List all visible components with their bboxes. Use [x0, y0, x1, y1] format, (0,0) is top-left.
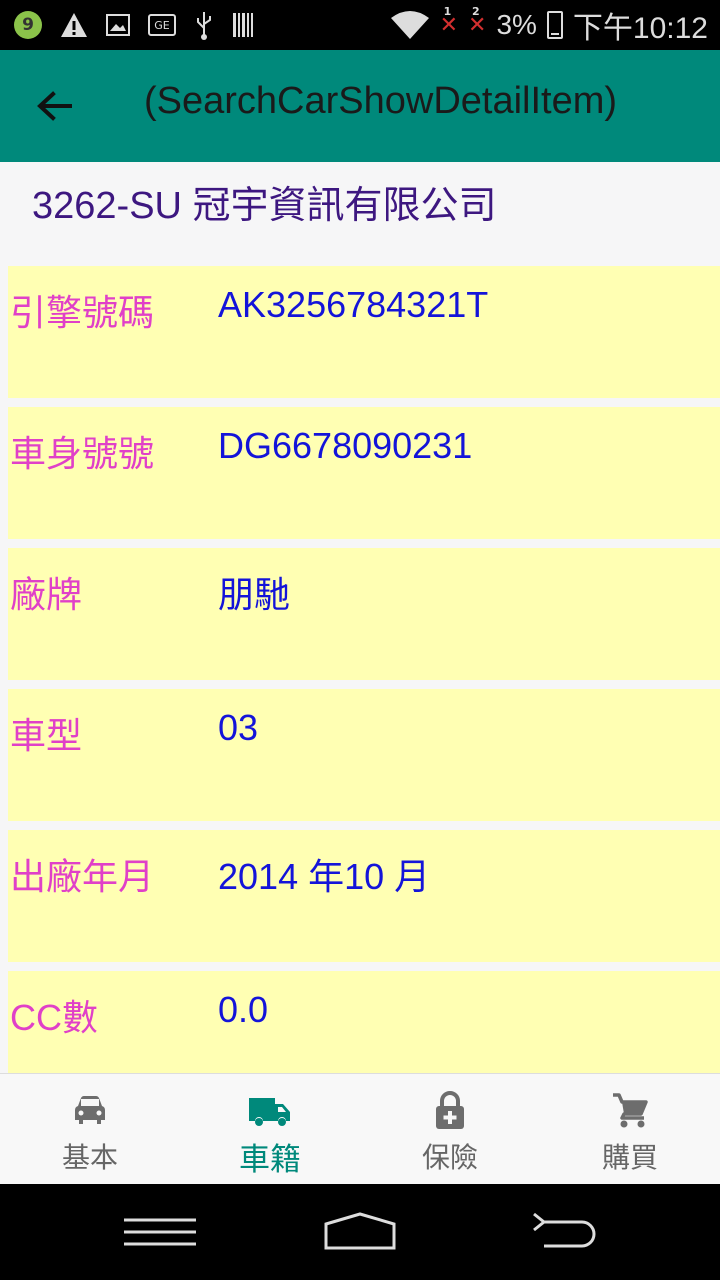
detail-content: 3262-SU 冠宇資訊有限公司 引擎號碼 AK3256784321T 車身號號… — [0, 162, 720, 1074]
company-header: 3262-SU 冠宇資訊有限公司 — [32, 185, 497, 227]
nav-tab-label: 購買 — [601, 1142, 658, 1173]
battery-percent: 3% — [496, 9, 537, 40]
cart-icon — [613, 1093, 648, 1128]
detail-row-manufacture-date: 出廠年月 2014 年10 月 — [8, 830, 720, 962]
detail-value: 朋馳 — [218, 574, 291, 615]
status-bar: 9 GE 1 ✕ 2 ✕ 3% 下午10:12 — [0, 0, 720, 50]
arrow-back-icon[interactable] — [26, 78, 82, 134]
detail-row-model: 車型 03 — [8, 689, 720, 821]
usb-icon — [197, 12, 211, 40]
nav-tab-label: 保險 — [421, 1142, 478, 1173]
detail-value: 03 — [218, 707, 259, 748]
nav-tab-basic[interactable]: 基本 — [0, 1074, 180, 1185]
nav-tab-registration[interactable]: 車籍 — [180, 1074, 360, 1185]
detail-value: 0.0 — [218, 989, 269, 1030]
battery-icon — [546, 11, 563, 39]
lock-plus-icon — [436, 1091, 464, 1129]
signal-2-icon: 2 ✕ — [468, 4, 487, 38]
detail-label: 引擎號碼 — [10, 292, 155, 333]
nav-tab-purchase[interactable]: 購買 — [540, 1074, 720, 1185]
back-icon[interactable] — [522, 1208, 602, 1256]
system-navigation-bar — [0, 1184, 720, 1280]
warning-icon — [61, 13, 87, 37]
detail-value: AK3256784321T — [218, 284, 489, 325]
barcode-icon — [233, 13, 253, 37]
detail-label: 廠牌 — [10, 574, 83, 615]
detail-label: 車身號號 — [10, 433, 155, 474]
signal-1-icon: 1 ✕ — [439, 4, 459, 38]
detail-label: 出廠年月 — [10, 856, 155, 897]
app-toolbar: (SearchCarShowDetailItem) — [0, 50, 720, 162]
nav-tab-insurance[interactable]: 保險 — [360, 1074, 540, 1185]
detail-row-body-number: 車身號號 DG6678090231 — [8, 407, 720, 539]
home-icon[interactable] — [320, 1208, 400, 1256]
wifi-icon — [390, 11, 429, 39]
clock: 下午10:12 — [572, 12, 708, 45]
image-icon — [106, 14, 130, 36]
bottom-navigation: 基本 車籍 保險 購買 — [0, 1073, 720, 1184]
truck-icon — [249, 1098, 290, 1126]
detail-label: 車型 — [10, 715, 83, 756]
detail-label: CC數 — [10, 997, 98, 1038]
detail-row-brand: 廠牌 朋馳 — [8, 548, 720, 680]
menu-icon[interactable] — [120, 1208, 200, 1256]
detail-value: 2014 年10 月 — [218, 856, 431, 897]
detail-row-cc: CC數 0.0 — [8, 971, 720, 1074]
notification-badge: 9 — [14, 11, 42, 39]
car-icon — [75, 1096, 105, 1124]
detail-row-engine-number: 引擎號碼 AK3256784321T — [8, 266, 720, 398]
ge-icon: GE — [148, 14, 176, 36]
detail-value: DG6678090231 — [218, 425, 473, 466]
page-title: (SearchCarShowDetailItem) — [144, 80, 618, 122]
nav-tab-label: 車籍 — [239, 1142, 301, 1177]
nav-tab-label: 基本 — [61, 1142, 118, 1173]
